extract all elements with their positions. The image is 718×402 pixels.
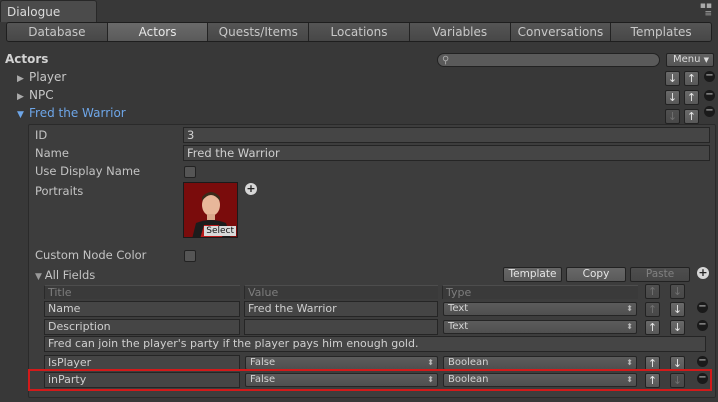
updown-arrow-icon: ⬍ — [626, 358, 633, 367]
field-type-dropdown[interactable]: Text ⬍ — [443, 302, 637, 316]
name-field[interactable]: Fred the Warrior — [183, 145, 710, 161]
field-value: False — [250, 357, 276, 368]
delete-field-icon[interactable]: − — [697, 320, 708, 331]
portrait-image[interactable]: Select — [183, 182, 238, 238]
use-display-name-label: Use Display Name — [35, 164, 141, 178]
tab-database[interactable]: Database — [7, 23, 108, 41]
move-up-button[interactable]: ↑ — [645, 284, 660, 299]
collapse-triangle-icon: ▼ — [35, 272, 45, 282]
name-label: Name — [35, 146, 69, 160]
field-value: False — [250, 374, 276, 385]
move-down-button[interactable]: ↓ — [670, 320, 685, 335]
move-up-button[interactable]: ↑ — [645, 320, 660, 335]
updown-arrow-icon: ⬍ — [427, 358, 434, 367]
move-down-button[interactable]: ↓ — [670, 284, 685, 299]
tab-templates[interactable]: Templates — [611, 23, 711, 41]
delete-field-icon[interactable]: − — [697, 373, 708, 384]
actor-item-player[interactable]: ▶ Player — [17, 70, 66, 84]
all-fields-label: All Fields — [44, 268, 96, 282]
move-up-button[interactable]: ↑ — [684, 109, 699, 124]
field-type-value: Text — [448, 321, 469, 332]
paste-button[interactable]: Paste — [630, 267, 690, 282]
field-type-dropdown[interactable]: Boolean ⬍ — [443, 373, 637, 387]
field-title-cell[interactable]: inParty — [44, 372, 240, 388]
template-button[interactable]: Template — [503, 267, 562, 282]
delete-icon[interactable]: − — [704, 106, 715, 117]
id-field[interactable]: 3 — [183, 127, 710, 143]
id-label: ID — [35, 128, 48, 142]
collapse-triangle-icon: ▼ — [17, 110, 24, 120]
actor-item-npc[interactable]: ▶ NPC — [17, 88, 54, 102]
field-value-cell[interactable] — [244, 319, 438, 335]
portrait-select-label[interactable]: Select — [204, 226, 236, 236]
toolbar-tabs: Database Actors Quests/Items Locations V… — [6, 22, 712, 42]
actor-item-fred[interactable]: ▼ Fred the Warrior — [17, 106, 126, 120]
move-up-button[interactable]: ↑ — [645, 302, 660, 317]
expand-triangle-icon: ▶ — [17, 92, 24, 102]
field-value-cell[interactable]: Fred the Warrior — [244, 301, 438, 317]
actor-name: Fred the Warrior — [29, 106, 126, 120]
tab-variables[interactable]: Variables — [409, 23, 511, 41]
field-value-dropdown[interactable]: False ⬍ — [245, 373, 438, 387]
field-type-value: Boolean — [448, 374, 489, 385]
window-title: Dialogue — [7, 5, 61, 19]
delete-field-icon[interactable]: − — [697, 356, 708, 367]
custom-node-color-checkbox[interactable] — [184, 250, 196, 262]
move-down-button[interactable]: ↓ — [665, 90, 680, 105]
expand-triangle-icon: ▶ — [17, 74, 24, 84]
updown-arrow-icon: ⬍ — [626, 375, 633, 384]
move-up-button[interactable]: ↑ — [645, 373, 660, 388]
actor-name: NPC — [29, 88, 54, 102]
description-textarea[interactable]: Fred can join the player's party if the … — [44, 336, 706, 352]
delete-field-icon[interactable]: − — [697, 302, 708, 313]
section-title: Actors — [5, 52, 49, 66]
move-up-button[interactable]: ↑ — [684, 71, 699, 86]
field-type-dropdown[interactable]: Boolean ⬍ — [443, 356, 637, 370]
move-down-button[interactable]: ↓ — [670, 302, 685, 317]
tab-quests-items[interactable]: Quests/Items — [208, 23, 310, 41]
updown-arrow-icon: ⬍ — [626, 304, 633, 313]
use-display-name-checkbox[interactable] — [184, 166, 196, 178]
column-header-value: Value — [244, 285, 438, 299]
field-title-cell[interactable]: Description — [44, 319, 240, 335]
move-up-button[interactable]: ↑ — [684, 90, 699, 105]
add-portrait-icon[interactable]: + — [245, 183, 257, 195]
delete-icon[interactable]: − — [704, 71, 715, 82]
window-tab[interactable]: Dialogue — [0, 0, 97, 22]
copy-button[interactable]: Copy — [566, 267, 626, 282]
menu-button[interactable]: Menu ▼ — [666, 53, 714, 67]
add-field-icon[interactable]: + — [697, 267, 709, 279]
updown-arrow-icon: ⬍ — [427, 375, 434, 384]
updown-arrow-icon: ⬍ — [626, 322, 633, 331]
tab-conversations[interactable]: Conversations — [510, 23, 612, 41]
search-input[interactable]: ⚲ — [437, 53, 660, 67]
delete-icon[interactable]: − — [704, 90, 715, 101]
window-menu-icon[interactable]: ▪▪ ≡ — [696, 2, 712, 19]
field-type-value: Text — [448, 303, 469, 314]
move-down-button[interactable]: ↓ — [665, 71, 680, 86]
field-value-dropdown[interactable]: False ⬍ — [245, 356, 438, 370]
column-header-title: Title — [44, 285, 240, 299]
move-down-button[interactable]: ↓ — [665, 109, 680, 124]
actor-name: Player — [29, 70, 67, 84]
menu-button-label: Menu — [673, 54, 701, 65]
field-title-cell[interactable]: Name — [44, 301, 240, 317]
search-icon: ⚲ — [442, 55, 450, 66]
tab-locations[interactable]: Locations — [309, 23, 410, 41]
portraits-label: Portraits — [35, 184, 84, 198]
tab-actors[interactable]: Actors — [107, 23, 209, 41]
dropdown-arrow-icon: ▼ — [703, 56, 709, 64]
custom-node-color-label: Custom Node Color — [35, 248, 147, 262]
all-fields-foldout[interactable]: ▼ All Fields — [35, 268, 95, 282]
column-header-type: Type — [442, 285, 638, 299]
field-type-value: Boolean — [448, 357, 489, 368]
move-down-button[interactable]: ↓ — [670, 373, 685, 388]
field-type-dropdown[interactable]: Text ⬍ — [443, 320, 637, 334]
